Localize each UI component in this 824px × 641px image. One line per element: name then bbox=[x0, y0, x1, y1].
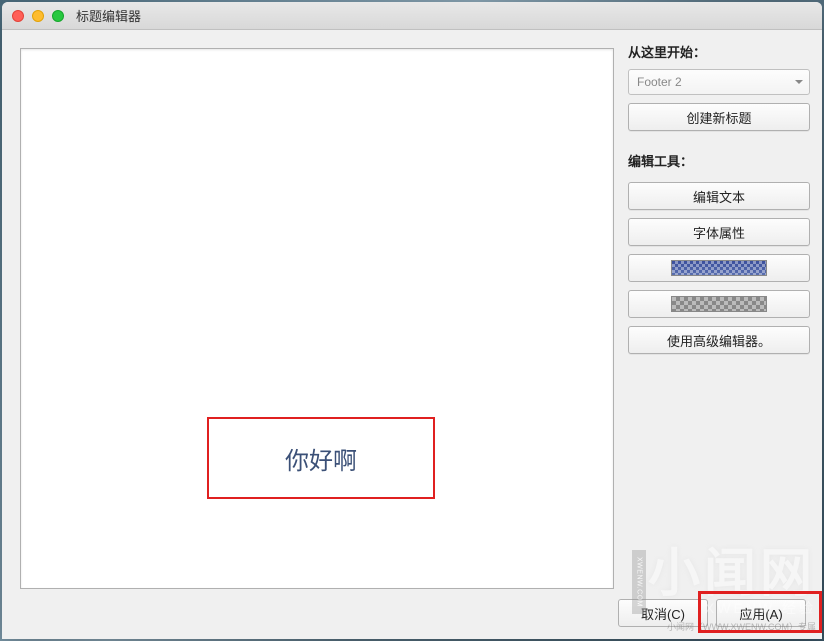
color-swatch-grey-icon bbox=[671, 296, 767, 312]
dialog-buttons: 取消(C) 应用(A) bbox=[618, 599, 806, 627]
content-area: 你好啊 从这里开始： Footer 2 创建新标题 编辑工具： 编辑文本 字体属… bbox=[2, 30, 822, 639]
start-here-label: 从这里开始： bbox=[628, 42, 810, 61]
zoom-icon[interactable] bbox=[52, 10, 64, 22]
preview-canvas[interactable]: 你好啊 bbox=[20, 48, 614, 589]
cancel-button[interactable]: 取消(C) bbox=[618, 599, 708, 627]
color-swatch-blue-icon bbox=[671, 260, 767, 276]
edit-text-button[interactable]: 编辑文本 bbox=[628, 182, 810, 210]
template-select-value: Footer 2 bbox=[637, 75, 682, 89]
chevron-down-icon bbox=[795, 80, 803, 84]
shadow-color-button[interactable] bbox=[628, 290, 810, 318]
title-text: 你好啊 bbox=[285, 441, 357, 476]
titlebar: 标题编辑器 bbox=[2, 2, 822, 30]
canvas-area: 你好啊 bbox=[2, 30, 624, 639]
edit-tools-label: 编辑工具： bbox=[628, 151, 810, 170]
text-color-button[interactable] bbox=[628, 254, 810, 282]
minimize-icon[interactable] bbox=[32, 10, 44, 22]
window-title: 标题编辑器 bbox=[76, 6, 141, 25]
traffic-lights bbox=[12, 10, 64, 22]
apply-button[interactable]: 应用(A) bbox=[716, 599, 806, 627]
font-properties-button[interactable]: 字体属性 bbox=[628, 218, 810, 246]
sidebar: 从这里开始： Footer 2 创建新标题 编辑工具： 编辑文本 字体属性 使用… bbox=[624, 30, 822, 639]
advanced-editor-button[interactable]: 使用高级编辑器。 bbox=[628, 326, 810, 354]
title-object-selected[interactable]: 你好啊 bbox=[207, 417, 435, 499]
template-select[interactable]: Footer 2 bbox=[628, 69, 810, 95]
close-icon[interactable] bbox=[12, 10, 24, 22]
create-new-title-button[interactable]: 创建新标题 bbox=[628, 103, 810, 131]
title-editor-window: 标题编辑器 你好啊 从这里开始： Footer 2 创建新标题 编辑工具： 编辑… bbox=[2, 2, 822, 639]
